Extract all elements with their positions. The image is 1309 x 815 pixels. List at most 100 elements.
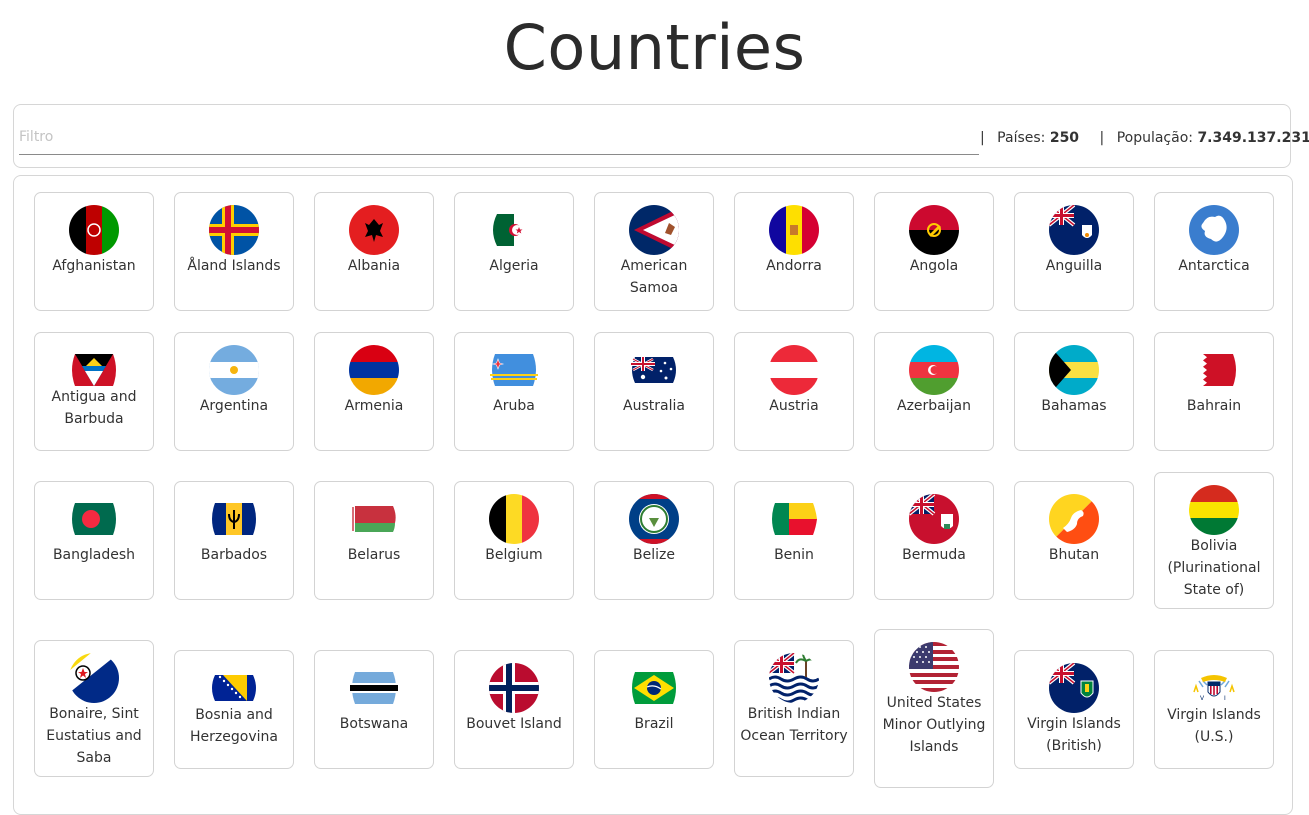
country-card[interactable]: Barbados: [174, 481, 294, 600]
country-card[interactable]: Antigua and Barbuda: [34, 332, 154, 451]
botswana-flag-icon: [350, 672, 398, 704]
american-samoa-flag-icon: [629, 205, 679, 255]
country-card[interactable]: Algeria: [454, 192, 574, 311]
stats: | Países: 250 | População: 7.349.137.231: [980, 130, 1309, 146]
brazil-flag-icon: [632, 672, 676, 704]
country-card[interactable]: Bahrain: [1154, 332, 1274, 451]
virgin-islands-us-flag-icon: V I: [1191, 672, 1237, 704]
algeria-flag-icon: [493, 214, 535, 246]
country-name: Afghanistan: [52, 258, 136, 274]
country-card[interactable]: Brazil: [594, 650, 714, 769]
country-name: Bosnia and Herzegovina: [190, 707, 278, 745]
bouvet-island-flag-icon: [489, 663, 539, 713]
country-name: Algeria: [489, 258, 539, 274]
country-name: Bermuda: [902, 547, 966, 563]
country-card[interactable]: Bosnia and Herzegovina: [174, 650, 294, 769]
country-name: Bolivia (Plurinational State of): [1167, 538, 1261, 598]
country-name: Bahrain: [1186, 398, 1242, 414]
armenia-flag-icon: [349, 345, 399, 395]
country-card[interactable]: Bahamas: [1014, 332, 1134, 451]
country-name: Aruba: [493, 398, 535, 414]
country-card[interactable]: Argentina: [174, 332, 294, 451]
angola-flag-icon: [909, 205, 959, 255]
country-name: Benin: [774, 547, 814, 563]
filter-bar: | Países: 250 | População: 7.349.137.231: [13, 104, 1309, 168]
country-card[interactable]: Bolivia (Plurinational State of): [1154, 472, 1274, 609]
country-card[interactable]: Antarctica: [1154, 192, 1274, 311]
country-name: Virgin Islands (British): [1027, 716, 1121, 754]
country-name: Australia: [623, 398, 685, 414]
filter-input[interactable]: [19, 119, 979, 155]
country-name: Angola: [909, 258, 959, 274]
country-card[interactable]: Bhutan: [1014, 481, 1134, 600]
bermuda-flag-icon: [909, 494, 959, 544]
albania-flag-icon: [349, 205, 399, 255]
country-card[interactable]: Angola: [874, 192, 994, 311]
country-name: Armenia: [344, 398, 404, 414]
stats-separator: |: [1099, 130, 1105, 146]
country-name: Austria: [769, 398, 819, 414]
belgium-flag-icon: [489, 494, 539, 544]
country-card[interactable]: Botswana: [314, 650, 434, 769]
country-card[interactable]: Aruba: [454, 332, 574, 451]
country-name: Antarctica: [1178, 258, 1250, 274]
bangladesh-flag-icon: [72, 503, 116, 535]
country-name: Belize: [633, 547, 675, 563]
virgin-islands-british-flag-icon: [1049, 663, 1099, 713]
country-name: Bonaire, Sint Eustatius and Saba: [46, 706, 142, 766]
country-card[interactable]: Virgin Islands (British): [1014, 650, 1134, 769]
country-card[interactable]: Åland Islands: [174, 192, 294, 311]
aruba-flag-icon: [490, 354, 538, 386]
country-card[interactable]: United States Minor Outlying Islands: [874, 629, 994, 788]
us-minor-islands-flag-icon: [909, 642, 959, 692]
country-card[interactable]: American Samoa: [594, 192, 714, 311]
country-card[interactable]: Armenia: [314, 332, 434, 451]
benin-flag-icon: [772, 503, 817, 535]
bosnia-flag-icon: [212, 675, 256, 701]
country-name: Belarus: [347, 547, 401, 563]
bolivia-flag-icon: [1189, 485, 1239, 535]
country-name: Bhutan: [1048, 547, 1100, 563]
aland-islands-flag-icon: [209, 205, 259, 255]
country-card[interactable]: Austria: [734, 332, 854, 451]
country-card[interactable]: Andorra: [734, 192, 854, 311]
country-name: Argentina: [199, 398, 269, 414]
country-name: Virgin Islands (U.S.): [1167, 707, 1261, 745]
countries-grid: Afghanistan Åland Islands Albania Algeri…: [13, 175, 1293, 815]
page-title: Countries: [503, 11, 806, 84]
country-card[interactable]: Australia: [594, 332, 714, 451]
bhutan-flag-icon: [1049, 494, 1099, 544]
country-card[interactable]: Belize: [594, 481, 714, 600]
country-name: Anguilla: [1045, 258, 1103, 274]
bonaire-flag-icon: [69, 653, 119, 703]
country-card[interactable]: Albania: [314, 192, 434, 311]
country-card[interactable]: Afghanistan: [34, 192, 154, 311]
paises-count: 250: [1049, 130, 1080, 146]
country-name: Andorra: [766, 258, 822, 274]
country-name: Antigua and Barbuda: [51, 389, 137, 427]
country-card[interactable]: Belgium: [454, 481, 574, 600]
country-card[interactable]: Bangladesh: [34, 481, 154, 600]
country-card[interactable]: Azerbaijan: [874, 332, 994, 451]
bahrain-flag-icon: [1203, 354, 1236, 386]
country-name: Åland Islands: [187, 258, 281, 274]
country-card[interactable]: British Indian Ocean Territory: [734, 640, 854, 777]
country-card[interactable]: Benin: [734, 481, 854, 600]
belarus-flag-icon: [351, 506, 396, 532]
antigua-and-barbuda-flag-icon: [72, 354, 116, 386]
country-name: Azerbaijan: [897, 398, 971, 414]
country-name: Brazil: [634, 716, 674, 732]
country-card[interactable]: Anguilla: [1014, 192, 1134, 311]
bahamas-flag-icon: [1049, 345, 1099, 395]
argentina-flag-icon: [209, 345, 259, 395]
country-card[interactable]: Bermuda: [874, 481, 994, 600]
country-card[interactable]: V I Virgin Islands (U.S.): [1154, 650, 1274, 769]
austria-flag-icon: [769, 345, 819, 395]
country-name: Belgium: [485, 547, 543, 563]
australia-flag-icon: [631, 357, 676, 383]
country-card[interactable]: Belarus: [314, 481, 434, 600]
country-card[interactable]: Bouvet Island: [454, 650, 574, 769]
country-card[interactable]: Bonaire, Sint Eustatius and Saba: [34, 640, 154, 777]
populacao-label: População:: [1116, 130, 1193, 146]
azerbaijan-flag-icon: [909, 345, 959, 395]
